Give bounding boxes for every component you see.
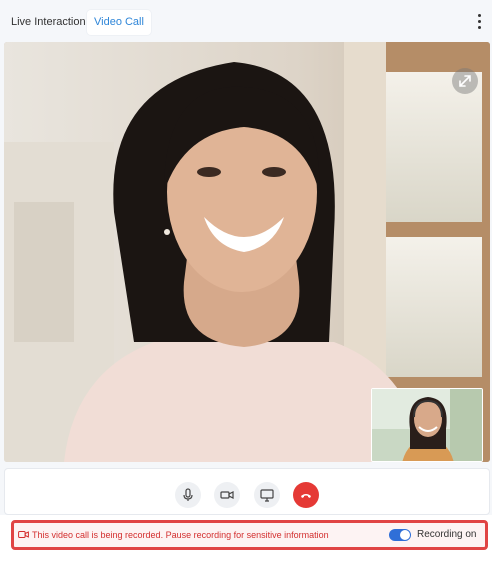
end-call-button[interactable] xyxy=(293,482,319,508)
tab-live-interaction[interactable]: Live Interaction xyxy=(4,10,93,35)
recording-toggle[interactable] xyxy=(389,529,411,541)
screen-share-icon xyxy=(260,489,274,502)
self-view-video xyxy=(371,388,483,462)
microphone-icon xyxy=(183,488,193,501)
call-controls-bar xyxy=(4,468,490,515)
recording-message: This video call is being recorded. Pause… xyxy=(32,530,329,540)
recording-banner: This video call is being recorded. Pause… xyxy=(11,520,488,550)
remote-participant-video xyxy=(4,42,490,462)
more-vertical-icon[interactable] xyxy=(474,14,484,30)
toggle-knob xyxy=(400,530,410,540)
top-bar: Live Interaction Video Call xyxy=(0,0,492,42)
phone-hangup-icon xyxy=(301,494,311,498)
expand-icon[interactable] xyxy=(452,68,478,94)
record-camera-icon xyxy=(18,531,29,538)
microphone-button[interactable] xyxy=(175,482,201,508)
camera-button[interactable] xyxy=(214,482,240,508)
recording-banner-container: This video call is being recorded. Pause… xyxy=(0,515,492,561)
video-camera-icon xyxy=(220,491,234,499)
recording-toggle-label: Recording on xyxy=(417,529,477,540)
tab-video-call[interactable]: Video Call xyxy=(87,10,151,35)
screen-share-button[interactable] xyxy=(254,482,280,508)
